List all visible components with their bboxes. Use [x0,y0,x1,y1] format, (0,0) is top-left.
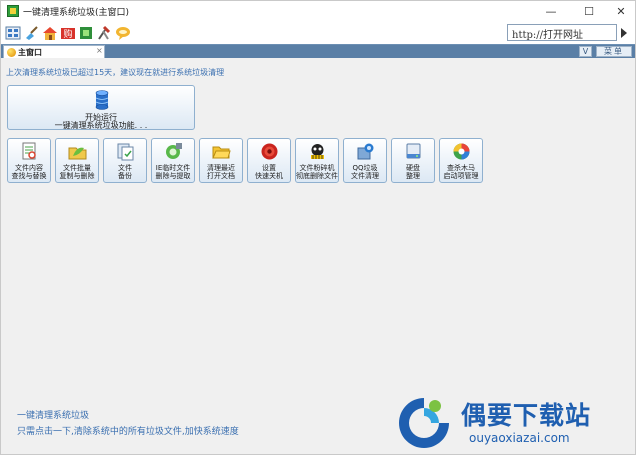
shredder-icon [308,142,327,161]
disk-icon [404,142,423,161]
go-arrow-icon[interactable] [619,26,629,40]
tool-file-shredder[interactable]: 文件粉碎机 彻底删除文件 [295,138,339,183]
backup-doc-icon [116,142,135,161]
main-panel: 上次清理系统垃圾已超过15天，建议现在就进行系统垃圾清理 开始运行 一键清理系统… [1,58,635,454]
tool-buttons-row: 文件内容 查找与替换 文件批量 复制与删除 文件 备份 IE临时文件 删除与提取… [7,138,487,184]
cleanup-notice: 上次清理系统垃圾已超过15天，建议现在就进行系统垃圾清理 [6,68,225,77]
title-bar: 一键清理系统垃圾(主窗口) — ☐ ✕ [1,1,635,22]
tool-quick-shutdown[interactable]: 设置 快速关机 [247,138,291,183]
watermark-logo: 偶要下载站 ouyaoxiazai.com [395,388,635,454]
grid-icon[interactable] [5,25,21,41]
chat-icon[interactable] [115,25,131,41]
chip-icon[interactable] [78,25,94,41]
menu-button[interactable]: 菜单 [596,46,632,57]
tool-file-search-replace[interactable]: 文件内容 查找与替换 [7,138,51,183]
app-window: 一键清理系统垃圾(主窗口) — ☐ ✕ 购 http://打开网址 主窗口 × … [0,0,636,455]
watermark-swirl-icon [395,394,453,452]
app-logo-icon [7,5,19,17]
search-doc-icon [20,142,39,161]
tool-qq-garbage[interactable]: QQ垃圾 文件清理 [343,138,387,183]
tool-label-2: 删除与提取 [155,172,191,180]
maximize-button[interactable]: ☐ [573,1,605,22]
tool-label-2: 文件清理 [351,172,379,180]
svg-text:购: 购 [63,28,72,40]
home-icon[interactable] [42,25,58,41]
tool-file-batch-copy-delete[interactable]: 文件批量 复制与删除 [55,138,99,183]
tab-label: 主窗口 [18,48,42,57]
tool-file-backup[interactable]: 文件 备份 [103,138,147,183]
target-icon [260,142,279,161]
watermark-en-text: ouyaoxiazai.com [469,431,570,445]
window-title: 一键清理系统垃圾(主窗口) [23,8,130,18]
tool-label-2: 复制与删除 [59,172,95,180]
tool-trojan-startup[interactable]: 查杀木马 启动项管理 [439,138,483,183]
database-icon [95,90,109,110]
tool-disk-defrag[interactable]: 硬盘 整理 [391,138,435,183]
tool-label-2: 快速关机 [255,172,283,180]
ie-cleanup-icon [164,142,183,161]
tab-home-icon [7,48,16,57]
footer-description: 只需点击一下,清除系统中的所有垃圾文件,加快系统速度 [17,427,239,437]
watermark-cn-text: 偶要下载站 [461,401,592,430]
broom-icon[interactable] [24,25,40,41]
folder-open-icon [212,142,231,161]
shield-ball-icon [452,142,471,161]
tab-bar: 主窗口 × V 菜单 [1,44,635,59]
tab-list-button[interactable]: V [579,46,592,57]
shop-icon[interactable]: 购 [60,25,76,41]
footer-title: 一键清理系统垃圾 [17,411,90,421]
tool-label-2: 打开文档 [207,172,235,180]
tool-label-2: 启动项管理 [443,172,479,180]
url-input[interactable]: http://打开网址 [507,24,617,41]
tools-icon[interactable] [96,25,112,41]
big-button-subtitle: 一键清理系统垃圾功能. . . [54,121,148,130]
minimize-button[interactable]: — [535,1,567,22]
tool-label-2: 备份 [118,172,132,180]
tool-clean-recent[interactable]: 清理最近 打开文档 [199,138,243,183]
tool-label-2: 整理 [406,172,420,180]
tab-close-icon[interactable]: × [96,46,103,55]
tool-label-2: 彻底删除文件 [296,172,338,180]
tool-ie-temp-files[interactable]: IE临时文件 删除与提取 [151,138,195,183]
qq-cleanup-icon [356,142,375,161]
tab-main-window[interactable]: 主窗口 × [3,45,105,59]
folder-leaf-icon [68,142,87,161]
one-click-clean-button[interactable]: 开始运行 一键清理系统垃圾功能. . . [7,85,195,130]
close-button[interactable]: ✕ [605,1,636,22]
url-text: http://打开网址 [512,30,583,41]
tool-label-2: 查找与替换 [11,172,47,180]
toolbar: 购 http://打开网址 [1,22,635,44]
